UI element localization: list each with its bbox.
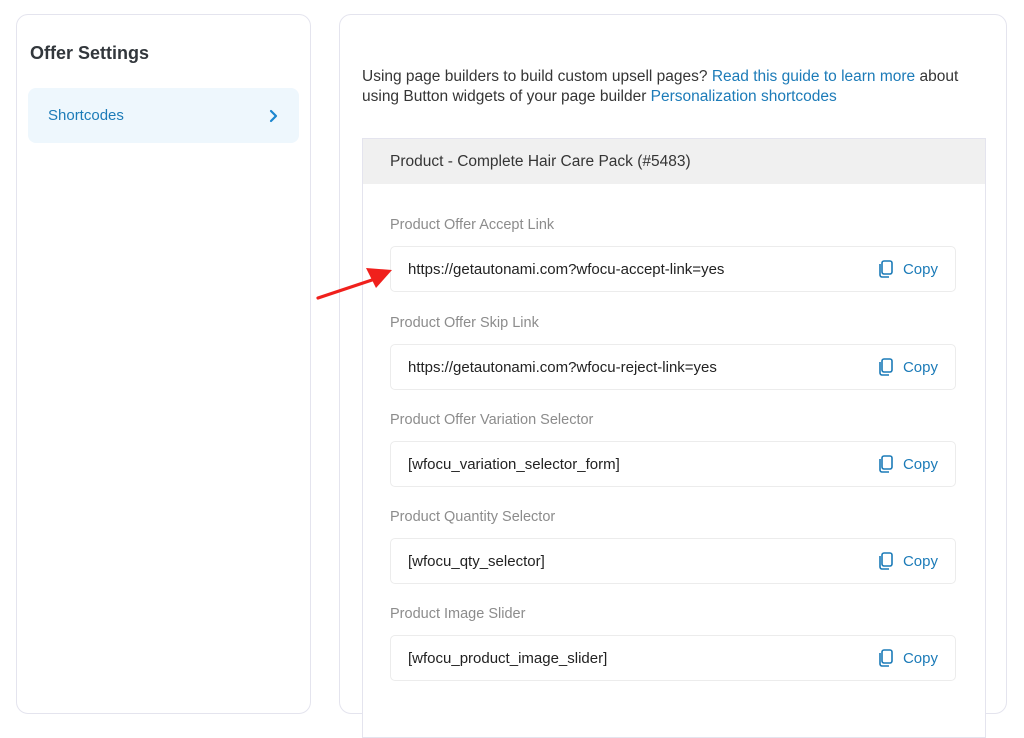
field-value[interactable]: [wfocu_variation_selector_form] — [408, 456, 620, 473]
product-header: Product - Complete Hair Care Pack (#5483… — [363, 139, 985, 184]
copy-label: Copy — [902, 552, 938, 570]
sidebar-item-shortcodes[interactable]: Shortcodes — [28, 88, 299, 143]
copy-button[interactable]: Copy — [878, 649, 938, 667]
field-label-quantity-selector: Product Quantity Selector — [390, 509, 556, 525]
copy-label: Copy — [902, 649, 938, 667]
guide-link[interactable]: Read this guide to learn more — [712, 68, 915, 85]
copy-label: Copy — [902, 455, 938, 473]
copy-icon — [879, 358, 893, 376]
sidebar-title: Offer Settings — [30, 43, 150, 63]
field-value[interactable]: https://getautonami.com?wfocu-reject-lin… — [408, 359, 717, 376]
field-label-skip-link: Product Offer Skip Link — [390, 315, 539, 331]
field-label-variation-selector: Product Offer Variation Selector — [390, 412, 594, 428]
red-arrow-icon — [316, 268, 392, 300]
field-value[interactable]: [wfocu_product_image_slider] — [408, 650, 607, 667]
copy-icon — [879, 552, 893, 570]
field-value[interactable]: [wfocu_qty_selector] — [408, 553, 545, 570]
copy-icon — [879, 455, 893, 473]
personalization-shortcodes-link[interactable]: Personalization shortcodes — [651, 88, 837, 105]
copy-label: Copy — [902, 358, 938, 376]
offer-settings-sidebar: Offer Settings Shortcodes — [16, 14, 311, 714]
skip-link-field: https://getautonami.com?wfocu-reject-lin… — [390, 344, 956, 390]
copy-label: Copy — [902, 260, 938, 278]
copy-button[interactable]: Copy — [878, 455, 938, 473]
copy-button[interactable]: Copy — [878, 358, 938, 376]
sidebar-item-label: Shortcodes — [48, 107, 124, 124]
field-label-image-slider: Product Image Slider — [390, 606, 526, 622]
variation-selector-field: [wfocu_variation_selector_form] Copy — [390, 441, 956, 487]
copy-button[interactable]: Copy — [878, 552, 938, 570]
field-label-accept-link: Product Offer Accept Link — [390, 217, 555, 233]
image-slider-field: [wfocu_product_image_slider] Copy — [390, 635, 956, 681]
copy-icon — [879, 649, 893, 667]
quantity-selector-field: [wfocu_qty_selector] Copy — [390, 538, 956, 584]
shortcodes-panel: Using page builders to build custom upse… — [339, 14, 1007, 738]
field-value[interactable]: https://getautonami.com?wfocu-accept-lin… — [408, 261, 724, 278]
product-shortcodes-box: Product - Complete Hair Care Pack (#5483… — [362, 138, 986, 738]
copy-icon — [879, 260, 893, 278]
accept-link-field: https://getautonami.com?wfocu-accept-lin… — [390, 246, 956, 292]
chevron-right-icon — [269, 109, 278, 122]
intro-text: Using page builders to build custom upse… — [362, 67, 992, 107]
intro-text-part1: Using page builders to build custom upse… — [362, 68, 712, 85]
copy-button[interactable]: Copy — [878, 260, 938, 278]
